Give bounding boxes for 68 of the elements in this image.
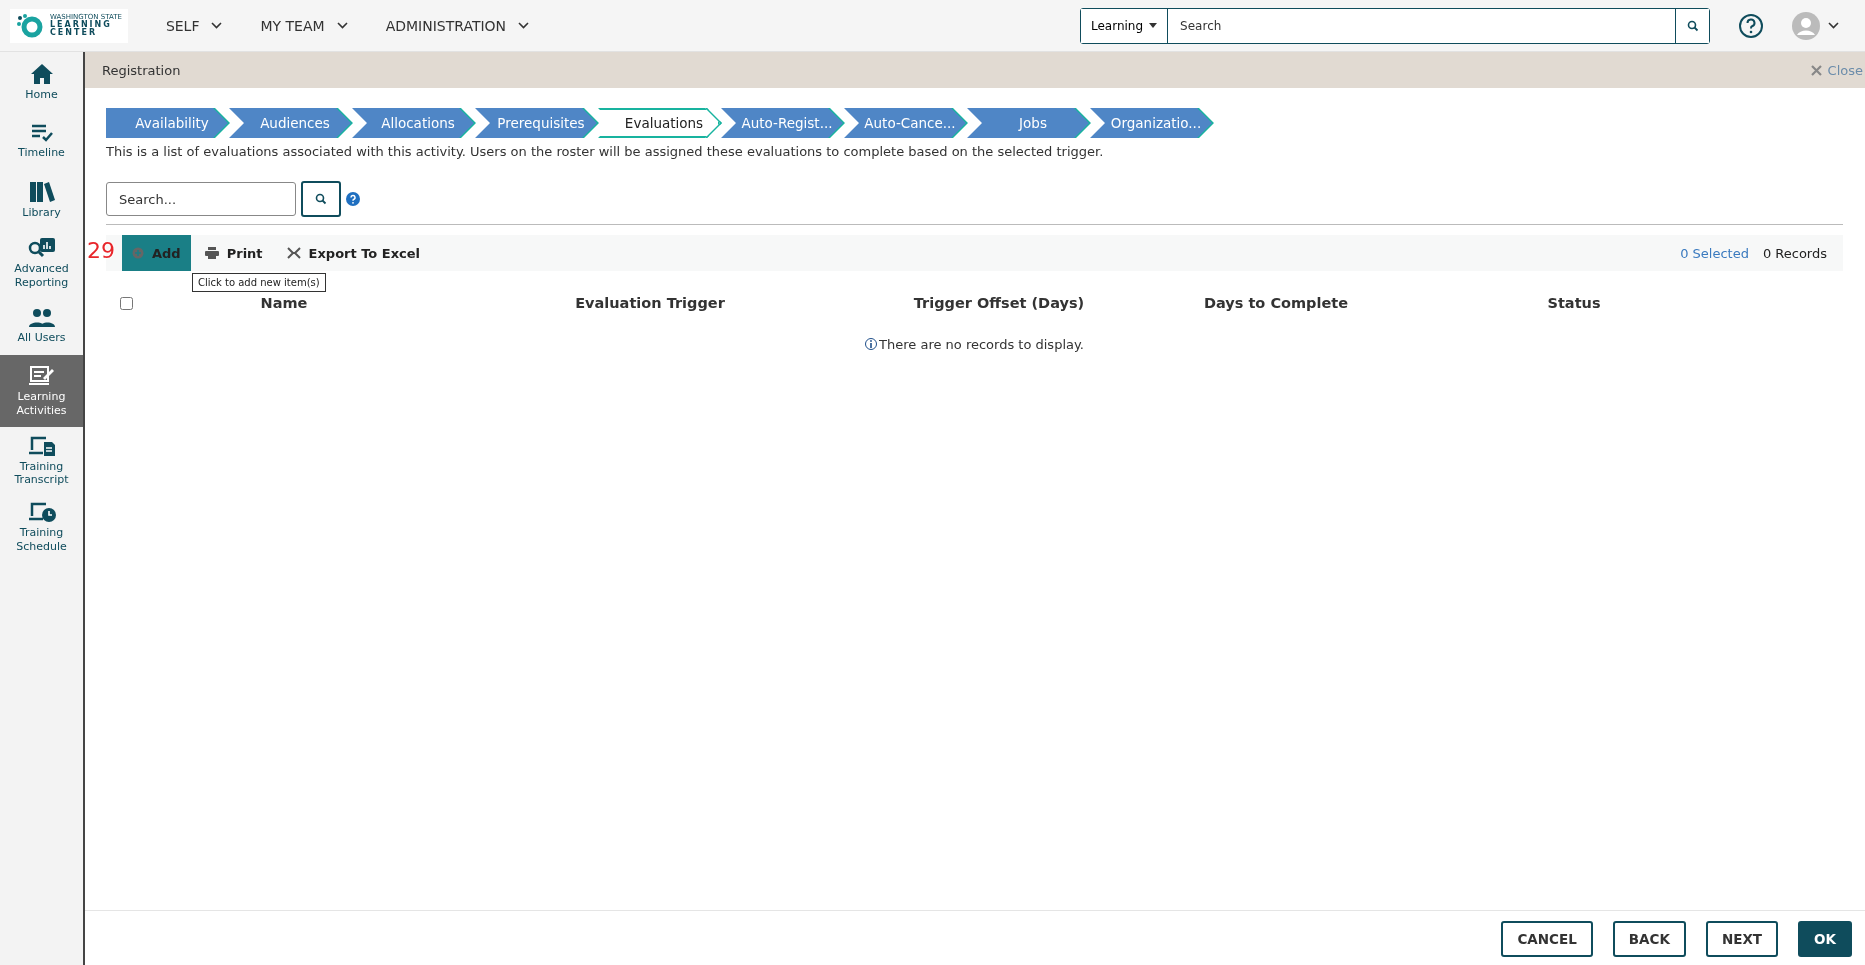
sidebar-item[interactable]: Training Schedule — [0, 493, 83, 560]
empty-message: There are no records to display. — [879, 337, 1084, 352]
wizard-step[interactable]: Jobs — [967, 108, 1089, 138]
search-button[interactable] — [301, 181, 341, 217]
step-number-annotation: 29 — [87, 238, 115, 263]
search-field[interactable]: Learning Search — [1080, 7, 1710, 44]
footer-button[interactable]: CANCEL — [1501, 921, 1593, 957]
caret-icon — [1149, 23, 1158, 28]
nav-menu[interactable]: MY TEAM — [244, 17, 364, 34]
logo-text: CENTER — [50, 29, 98, 37]
info-icon — [865, 338, 878, 351]
search-field[interactable]: Search... — [106, 182, 296, 216]
excel-icon — [286, 247, 301, 259]
search-scope-dropdown[interactable]: Learning — [1081, 8, 1169, 43]
wizard-step[interactable]: Auto-Regist... — [721, 108, 843, 138]
sidebar-item[interactable]: Timeline — [0, 111, 83, 170]
help-icon[interactable] — [346, 192, 360, 206]
wizard-step[interactable]: Organizatio... — [1090, 108, 1212, 138]
chevron-down-icon — [518, 22, 530, 29]
search-icon — [315, 193, 327, 205]
search-icon — [1686, 19, 1699, 32]
laptop-document-icon — [27, 434, 56, 457]
footer-button[interactable]: OK — [1798, 921, 1852, 957]
sidebar-item[interactable]: Training Transcript — [0, 426, 83, 493]
footer-button[interactable]: NEXT — [1705, 921, 1779, 957]
sidebar-item[interactable]: All Users — [0, 295, 83, 355]
column-header[interactable]: Days to Complete — [1100, 295, 1452, 311]
notepad-pencil-icon — [27, 365, 56, 388]
column-header[interactable]: Name — [166, 295, 402, 311]
nav-menu[interactable]: ADMINISTRATION — [369, 17, 546, 34]
sidebar-item[interactable]: Library — [0, 170, 83, 229]
wizard-step[interactable]: Auto-Cance... — [844, 108, 966, 138]
search-button[interactable] — [1675, 8, 1709, 43]
people-icon — [27, 307, 56, 328]
chevron-down-icon — [211, 22, 223, 29]
selected-count-link[interactable]: 0 Selected — [1674, 244, 1755, 262]
wizard-step[interactable]: Availability — [106, 108, 228, 138]
books-icon — [28, 181, 55, 204]
logo-text: LEARNING — [50, 21, 112, 29]
column-header[interactable]: Trigger Offset (Days) — [898, 295, 1100, 311]
panel-title: Registration — [102, 62, 181, 78]
list-check-icon — [29, 123, 54, 144]
export-button[interactable]: Export To Excel — [276, 235, 431, 271]
sidebar-item[interactable]: Home — [0, 52, 83, 111]
wizard-step[interactable]: Prerequisites — [475, 108, 597, 138]
magnifier-chart-icon — [27, 237, 56, 259]
column-header[interactable]: Evaluation Trigger — [402, 295, 898, 311]
wizard-step[interactable]: Allocations — [352, 108, 474, 138]
tooltip: Click to add new item(s) — [192, 273, 326, 292]
sidebar-item[interactable]: Advanced Reporting — [0, 229, 83, 296]
wizard-step[interactable]: Audiences — [229, 108, 351, 138]
description-text: This is a list of evaluations associated with this activity. Users on the roster will be assigned these evaluations to complete based on the selected trigger. — [106, 144, 1105, 159]
nav-menu[interactable]: SELF — [149, 17, 239, 34]
print-button[interactable]: Print — [194, 235, 273, 271]
close-icon — [1810, 64, 1822, 76]
column-header[interactable]: Status — [1452, 295, 1696, 311]
wizard-step[interactable]: Evaluations — [598, 108, 720, 138]
select-all-checkbox[interactable] — [120, 296, 133, 310]
footer-button[interactable]: BACK — [1612, 921, 1686, 957]
laptop-clock-icon — [27, 501, 56, 523]
sidebar-item[interactable]: Learning Activities — [0, 354, 83, 427]
home-icon — [29, 63, 54, 86]
plus-circle-icon — [132, 247, 144, 259]
record-count: 0 Records — [1762, 245, 1827, 261]
chevron-down-icon — [1828, 22, 1839, 29]
chevron-down-icon — [336, 22, 348, 29]
help-icon[interactable] — [1738, 12, 1764, 39]
printer-icon — [204, 247, 219, 259]
